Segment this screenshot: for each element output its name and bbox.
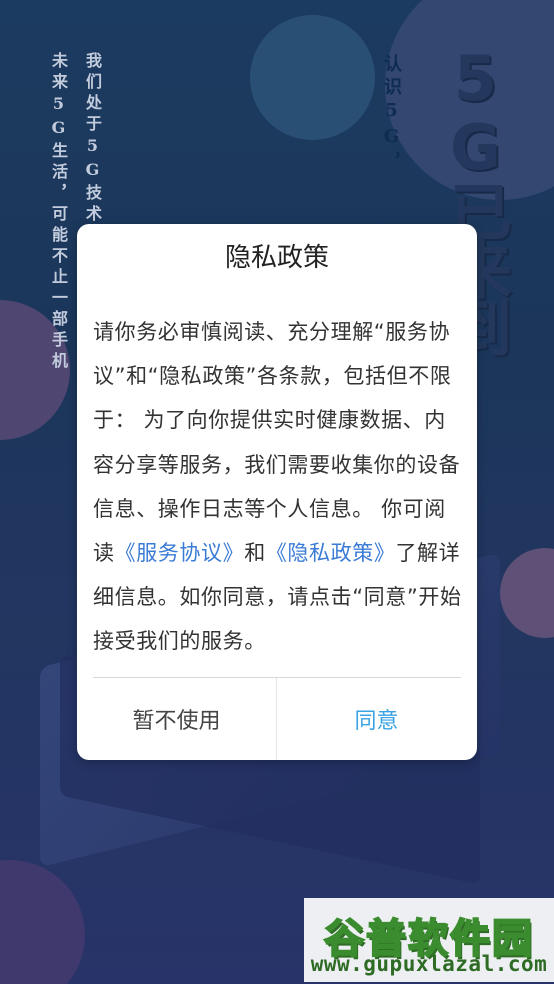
body-text-part: 和 bbox=[244, 541, 266, 566]
agree-button[interactable]: 同意 bbox=[277, 678, 476, 760]
privacy-policy-link[interactable]: 《隐私政策》 bbox=[266, 541, 396, 565]
app-screen: 我们处于5G技术 未来5G生活，可能不止一部手机 认识5G， 5G已来到 隐私政… bbox=[0, 0, 554, 984]
decline-button[interactable]: 暂不使用 bbox=[77, 678, 276, 760]
watermark-url: www.gupuxlazal.com bbox=[310, 952, 548, 976]
site-watermark: 谷普软件园 www.gupuxlazal.com bbox=[304, 898, 554, 982]
service-agreement-link[interactable]: 《服务协议》 bbox=[115, 541, 245, 565]
dialog-title: 隐私政策 bbox=[224, 243, 329, 273]
privacy-policy-dialog: 隐私政策 请你务必审慎阅读、充分理解“服务协议”和“隐私政策”各条款，包括但不限… bbox=[77, 224, 477, 760]
dialog-body-text: 请你务必审慎阅读、充分理解“服务协议”和“隐私政策”各条款，包括但不限于： 为了… bbox=[93, 310, 465, 664]
body-text-part: 请你务必审慎阅读、充分理解“服务协议”和“隐私政策”各条款，包括但不限于： 为了… bbox=[93, 320, 461, 566]
